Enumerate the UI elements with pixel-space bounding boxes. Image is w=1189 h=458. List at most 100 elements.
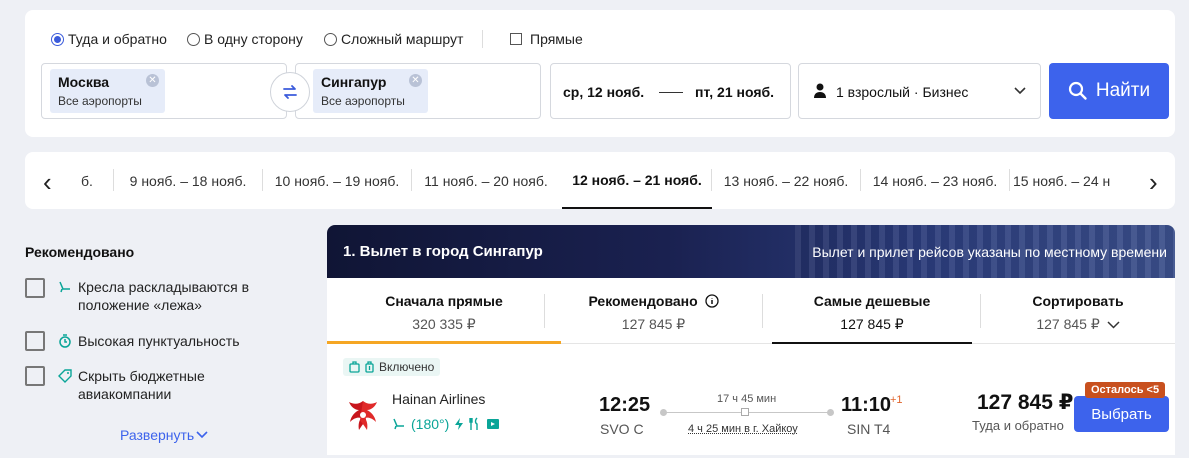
destination-airports: Все аэропорты (321, 94, 405, 108)
seat-icon (59, 281, 70, 293)
depart-date: ср, 12 нояб. (563, 84, 645, 100)
tag-icon (58, 369, 72, 383)
date-option-label: 14 нояб. – 23 нояб. (872, 172, 998, 189)
price: 127 845 ₽ (977, 391, 1074, 414)
date-option[interactable]: 13 нояб. – 22 нояб. (712, 152, 860, 209)
tab-price-row: 127 845 ₽ (981, 316, 1175, 333)
tab-sort[interactable]: Сортировать 127 845 ₽ (981, 278, 1175, 344)
trip-type-multicity[interactable]: Сложный маршрут (324, 31, 463, 47)
date-option[interactable]: 14 нояб. – 23 нояб. (861, 152, 1009, 209)
tab-title: Сортировать (1032, 293, 1124, 309)
date-option[interactable]: 15 нояб. – 24 н (1013, 152, 1125, 209)
filter-checkbox[interactable] (25, 278, 45, 298)
dates-field[interactable]: ср, 12 нояб. пт, 21 нояб. (550, 63, 791, 119)
date-option-label: б. (81, 172, 93, 189)
search-button[interactable]: Найти (1049, 63, 1169, 119)
destination-city: Сингапур (321, 74, 387, 90)
divider (762, 294, 763, 328)
filter-punctuality[interactable]: Высокая пунктуальность (58, 332, 240, 350)
layover-info[interactable]: 4 ч 25 мин в г. Хайкоу (688, 423, 798, 435)
direct-only-checkbox[interactable]: Прямые (510, 31, 583, 47)
person-icon (814, 83, 826, 98)
sort-tabs: Сначала прямые 320 335 ₽ Рекомендовано 1… (327, 278, 1175, 344)
clock-icon (59, 334, 71, 348)
arrive-airport: SIN T4 (847, 421, 891, 437)
tab-direct-first[interactable]: Сначала прямые 320 335 ₽ (327, 278, 561, 344)
filters-title: Рекомендовано (25, 244, 135, 260)
radio-icon (187, 32, 200, 46)
date-option[interactable]: 10 нояб. – 19 нояб. (263, 152, 411, 209)
seat-angle: (180°) (411, 416, 450, 432)
swap-icon (283, 85, 297, 99)
filter-label: Кресла раскладываются в положение «лежа» (78, 279, 250, 313)
direct-label: Прямые (530, 31, 583, 47)
tab-title-row: Рекомендовано (545, 293, 762, 309)
banner-note: Вылет и прилет рейсов указаны по местном… (812, 244, 1167, 260)
chevron-down-icon (1107, 321, 1120, 329)
tab-cheapest[interactable]: Самые дешевые 127 845 ₽ (772, 278, 972, 344)
swap-button[interactable] (270, 72, 310, 112)
date-option[interactable]: 11 нояб. – 20 нояб. (412, 152, 560, 209)
depart-time: 12:25 (599, 394, 651, 416)
included-label: Включено (379, 360, 435, 374)
filter-label: Скрыть бюджетные авиакомпании (78, 368, 205, 402)
arrive-time: 11:10 (841, 394, 892, 416)
banner-title: 1. Вылет в город Сингапур (343, 243, 543, 260)
flight-card[interactable]: Включено Hainan Airlines (180°) 12:25 SV… (327, 344, 1175, 455)
tab-price: 127 845 ₽ (840, 316, 904, 332)
seat-icon (393, 418, 404, 430)
date-dash (659, 92, 683, 93)
day-offset: +1 (890, 394, 903, 406)
filter-checkbox[interactable] (25, 366, 45, 386)
tab-title: Рекомендовано (588, 293, 698, 309)
chevron-down-icon (1014, 87, 1026, 95)
tab-price: 127 845 ₽ (1036, 316, 1100, 332)
filter-budget[interactable]: Скрыть бюджетные авиакомпании (58, 367, 258, 403)
hainan-airlines-logo (349, 401, 377, 430)
clear-destination-icon[interactable]: ✕ (409, 74, 422, 87)
seats-left-badge: Осталось <5 (1085, 382, 1166, 398)
search-panel: Туда и обратно В одну сторону Сложный ма… (25, 10, 1175, 137)
results-banner: 1. Вылет в город Сингапур Вылет и прилет… (327, 225, 1175, 278)
divider (1009, 169, 1010, 191)
passengers-summary: 1 взрослый · Бизнес (836, 84, 969, 100)
expand-label: Развернуть (120, 427, 195, 443)
filter-checkbox[interactable] (25, 331, 45, 351)
carry-on-icon (349, 361, 360, 373)
origin-city: Москва (58, 74, 110, 90)
origin-chip: Москва Все аэропорты ✕ (50, 69, 165, 113)
filter-label: Высокая пунктуальность (78, 333, 240, 349)
entertainment-icon (487, 419, 500, 429)
date-option-selected[interactable]: 12 нояб. – 21 нояб. (562, 152, 712, 209)
trip-type-oneway[interactable]: В одну сторону (187, 31, 303, 47)
select-button[interactable]: Выбрать (1074, 396, 1169, 432)
tab-title: Сначала прямые (385, 293, 503, 309)
checkbox-icon (510, 33, 522, 45)
filter-lie-flat[interactable]: Кресла раскладываются в положение «лежа» (58, 278, 258, 314)
airline-name: Hainan Airlines (392, 391, 486, 407)
destination-chip: Сингапур Все аэропорты ✕ (313, 69, 428, 113)
date-option-label: 9 нояб. – 18 нояб. (129, 172, 247, 189)
tab-recommended[interactable]: Рекомендовано 127 845 ₽ (545, 278, 762, 344)
chevron-left-icon[interactable]: ‹ (43, 167, 52, 198)
flight-duration: 17 ч 45 мин (717, 393, 777, 405)
date-option-label: 11 нояб. – 20 нояб. (424, 172, 548, 189)
date-option[interactable]: б. (81, 152, 93, 209)
chevron-right-icon[interactable]: › (1149, 167, 1158, 198)
clear-origin-icon[interactable]: ✕ (146, 74, 159, 87)
price-note: Туда и обратно (972, 418, 1064, 433)
chevron-down-icon (196, 431, 208, 439)
trip-type-label: Туда и обратно (68, 31, 167, 47)
trip-type-roundtrip[interactable]: Туда и обратно (51, 31, 167, 47)
date-option-label: 12 нояб. – 21 нояб. (572, 171, 702, 188)
date-option[interactable]: 9 нояб. – 18 нояб. (114, 152, 262, 209)
date-option-label: 13 нояб. – 22 нояб. (723, 172, 849, 189)
origin-field[interactable]: Москва Все аэропорты ✕ (41, 63, 287, 119)
passengers-field[interactable]: 1 взрослый · Бизнес (798, 63, 1041, 119)
destination-field[interactable]: Сингапур Все аэропорты ✕ (295, 63, 541, 119)
power-icon (455, 418, 464, 430)
trip-type-label: Сложный маршрут (341, 31, 464, 47)
search-icon (1068, 81, 1087, 100)
expand-link[interactable]: Развернуть (120, 427, 208, 443)
info-icon[interactable] (704, 294, 719, 308)
